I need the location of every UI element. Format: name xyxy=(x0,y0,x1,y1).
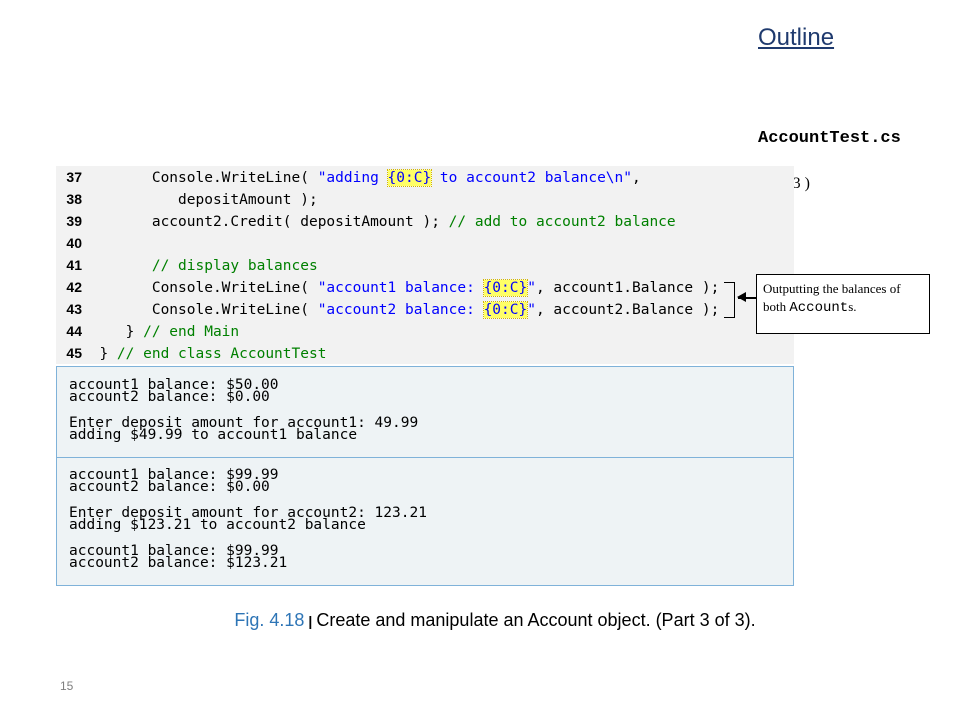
code-line: 40 xyxy=(56,232,82,254)
code-text: Console.WriteLine( xyxy=(82,302,318,318)
string-literal: "account1 balance: xyxy=(317,280,484,296)
line-number: 45 xyxy=(66,345,82,361)
code-line: 45 } // end class AccountTest xyxy=(56,342,326,364)
code-text: , account1.Balance ); xyxy=(535,280,720,296)
caption-label: Fig. 4.18 xyxy=(234,610,305,630)
output-line: adding $123.21 to account2 balance xyxy=(69,517,366,533)
line-number: 44 xyxy=(66,323,82,339)
line-number: 42 xyxy=(66,279,82,295)
format-item-highlight: {0:C} xyxy=(482,301,529,319)
file-name: AccountTest.cs xyxy=(758,129,901,148)
page-number: 15 xyxy=(60,679,74,693)
line-number: 43 xyxy=(66,301,82,317)
callout-box: Outputting the balances of both Accounts… xyxy=(756,274,930,334)
string-literal: "account2 balance: xyxy=(317,302,484,318)
format-item-highlight: {0:C} xyxy=(482,279,529,297)
code-text: depositAmount ); xyxy=(82,192,318,208)
code-comment: // end class AccountTest xyxy=(116,346,327,362)
code-comment: // end Main xyxy=(143,324,240,340)
code-text: } xyxy=(82,346,117,362)
line-number: 37 xyxy=(66,169,82,185)
callout-text-end: s. xyxy=(848,299,857,314)
format-item-highlight: {0:C} xyxy=(386,169,433,187)
string-literal: to account2 balance\n" xyxy=(431,170,632,186)
code-text: account2.Credit( depositAmount ); xyxy=(82,214,449,230)
string-literal: "adding xyxy=(317,170,388,186)
code-comment: // add to account2 balance xyxy=(448,214,676,230)
line-number: 40 xyxy=(66,235,82,251)
string-literal: " xyxy=(527,302,536,318)
line-number: 39 xyxy=(66,213,82,229)
caption-separator: | xyxy=(308,613,313,629)
code-line: 44 } // end Main xyxy=(56,320,239,342)
code-listing: 37 Console.WriteLine( "adding {0:C} to a… xyxy=(56,166,794,364)
console-output-2: account1 balance: $99.99 account2 balance… xyxy=(56,457,794,586)
output-line: adding $49.99 to account1 balance xyxy=(69,427,358,443)
callout-mono-text: Account xyxy=(789,300,849,316)
code-line: 41 // display balances xyxy=(56,254,318,276)
code-line: 39 account2.Credit( depositAmount ); // … xyxy=(56,210,676,232)
outline-link[interactable]: Outline xyxy=(758,24,834,52)
callout-bracket xyxy=(724,282,735,318)
line-number: 41 xyxy=(66,257,82,273)
code-line: 38 depositAmount ); xyxy=(56,188,318,210)
console-output-1: account1 balance: $50.00 account2 balance… xyxy=(56,366,794,458)
code-text: } xyxy=(82,324,144,340)
code-comment: // display balances xyxy=(151,258,318,274)
figure-caption: Fig. 4.18 | Create and manipulate an Accou… xyxy=(0,610,960,631)
output-line: account2 balance: $0.00 xyxy=(69,479,270,495)
line-number: 38 xyxy=(66,191,82,207)
code-line: 42 Console.WriteLine( "account1 balance:… xyxy=(56,276,719,298)
code-text: , account2.Balance ); xyxy=(535,302,720,318)
code-text: , xyxy=(632,170,641,186)
code-line: 37 Console.WriteLine( "adding {0:C} to a… xyxy=(56,166,641,188)
caption-text: Create and manipulate an Account object.… xyxy=(316,610,756,630)
output-line: account2 balance: $123.21 xyxy=(69,555,288,571)
output-line: account2 balance: $0.00 xyxy=(69,389,270,405)
code-line: 43 Console.WriteLine( "account2 balance:… xyxy=(56,298,719,320)
code-text: Console.WriteLine( xyxy=(82,280,318,296)
callout-arrow-icon xyxy=(737,292,746,302)
code-text: Console.WriteLine( xyxy=(82,170,318,186)
string-literal: " xyxy=(527,280,536,296)
